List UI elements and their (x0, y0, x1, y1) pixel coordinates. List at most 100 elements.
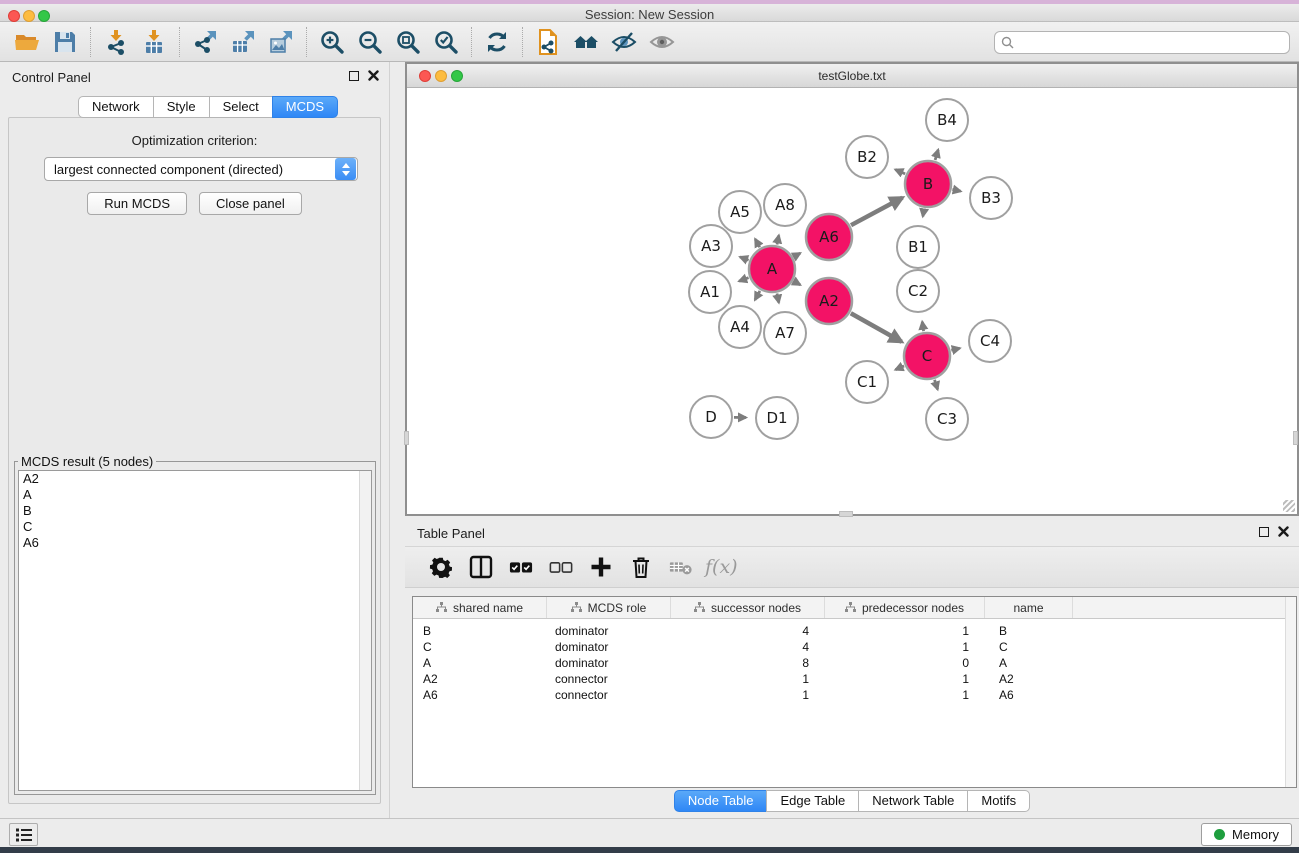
tab-mcds[interactable]: MCDS (272, 96, 338, 118)
network-from-file-button[interactable] (529, 25, 567, 59)
tab-network[interactable]: Network (78, 96, 154, 118)
close-panel-icon[interactable] (368, 70, 379, 81)
table-cell[interactable]: 1 (825, 671, 985, 687)
table-cell[interactable]: B (985, 623, 1073, 639)
result-list-scrollbar[interactable] (359, 471, 371, 790)
home-button[interactable] (567, 25, 605, 59)
tab-select[interactable]: Select (209, 96, 273, 118)
table-cell[interactable]: 1 (671, 671, 825, 687)
tab-node-table[interactable]: Node Table (674, 790, 768, 812)
table-scrollbar[interactable] (1285, 597, 1296, 787)
graph-edge-C-C2[interactable] (922, 322, 923, 332)
tab-network-table[interactable]: Network Table (858, 790, 968, 812)
run-mcds-button[interactable]: Run MCDS (87, 192, 187, 215)
splitter-handle-left[interactable] (404, 431, 409, 445)
graph-node-A1[interactable]: A1 (689, 271, 731, 313)
deselect-all-button[interactable] (541, 551, 581, 583)
graph-edge-A-A5[interactable] (755, 239, 760, 247)
column-layout-button[interactable] (461, 551, 501, 583)
graph-edge-B-B2[interactable] (895, 170, 905, 174)
close-table-panel-icon[interactable] (1278, 526, 1289, 537)
zoom-in-button[interactable] (313, 25, 351, 59)
graph-node-A7[interactable]: A7 (764, 312, 806, 354)
column-header-name[interactable]: name (985, 597, 1073, 618)
add-column-button[interactable] (581, 551, 621, 583)
table-cell[interactable]: A (985, 655, 1073, 671)
graph-edge-A-A3[interactable] (740, 257, 749, 260)
column-header-successor-nodes[interactable]: successor nodes (671, 597, 825, 618)
memory-button[interactable]: Memory (1201, 823, 1292, 846)
table-cell[interactable]: A2 (413, 671, 547, 687)
function-builder-button[interactable]: f(x) (705, 556, 738, 578)
table-row[interactable]: A2connector11A2 (413, 671, 1296, 687)
table-row[interactable]: A6connector11A6 (413, 687, 1296, 703)
column-header-shared-name[interactable]: shared name (413, 597, 547, 618)
graph-node-D[interactable]: D (690, 396, 732, 438)
mcds-result-list[interactable]: A2ABCA6 (18, 470, 372, 791)
table-settings-button[interactable] (421, 551, 461, 583)
tab-motifs[interactable]: Motifs (967, 790, 1030, 812)
hide-graphics-details-button[interactable] (605, 25, 643, 59)
table-row[interactable]: Adominator80A (413, 655, 1296, 671)
table-cell[interactable]: A2 (985, 671, 1073, 687)
network-canvas[interactable]: AA1A3A5A8A4A7A6A2BB1B2B3B4CC1C2C3C4DD1 (407, 88, 1297, 514)
graph-edge-A-A1[interactable] (739, 278, 748, 282)
graph-edge-A-A7[interactable] (777, 293, 779, 302)
mcds-result-item[interactable]: B (19, 503, 371, 519)
graph-edge-A-A6[interactable] (794, 253, 800, 257)
graph-node-D1[interactable]: D1 (756, 397, 798, 439)
table-cell[interactable]: A6 (985, 687, 1073, 703)
tab-style[interactable]: Style (153, 96, 210, 118)
zoom-fit-button[interactable] (389, 25, 427, 59)
graph-node-A6[interactable]: A6 (806, 214, 852, 260)
show-task-history-button[interactable] (9, 823, 38, 846)
table-cell[interactable]: 1 (825, 639, 985, 655)
mcds-result-item[interactable]: A (19, 487, 371, 503)
export-table-button[interactable] (224, 25, 262, 59)
import-network-button[interactable] (97, 25, 135, 59)
mcds-result-item[interactable]: A2 (19, 471, 371, 487)
open-file-button[interactable] (8, 25, 46, 59)
zoom-out-button[interactable] (351, 25, 389, 59)
graph-node-A[interactable]: A (749, 246, 795, 292)
float-panel-icon[interactable] (349, 71, 359, 81)
table-row[interactable]: Bdominator41B (413, 623, 1296, 639)
table-cell[interactable]: dominator (547, 655, 671, 671)
table-cell[interactable]: B (413, 623, 547, 639)
float-table-panel-icon[interactable] (1259, 527, 1269, 537)
graph-node-A3[interactable]: A3 (690, 225, 732, 267)
select-all-button[interactable] (501, 551, 541, 583)
export-image-button[interactable] (262, 25, 300, 59)
export-network-button[interactable] (186, 25, 224, 59)
graph-node-A4[interactable]: A4 (719, 306, 761, 348)
save-session-button[interactable] (46, 25, 84, 59)
table-cell[interactable]: A6 (413, 687, 547, 703)
table-cell[interactable]: connector (547, 671, 671, 687)
table-cell[interactable]: 0 (825, 655, 985, 671)
zoom-selected-button[interactable] (427, 25, 465, 59)
graph-edge-C-C4[interactable] (951, 348, 960, 350)
delete-table-button[interactable] (661, 551, 701, 583)
table-cell[interactable]: dominator (547, 639, 671, 655)
graph-edge-C-C3[interactable] (935, 380, 938, 390)
criterion-dropdown[interactable]: largest connected component (directed) (44, 157, 358, 181)
graph-node-B1[interactable]: B1 (897, 226, 939, 268)
graph-node-C[interactable]: C (904, 333, 950, 379)
table-cell[interactable]: 4 (671, 639, 825, 655)
table-cell[interactable]: C (413, 639, 547, 655)
graph-node-C2[interactable]: C2 (897, 270, 939, 312)
network-window-titlebar[interactable]: testGlobe.txt (407, 64, 1297, 88)
table-cell[interactable]: 1 (825, 687, 985, 703)
graph-edge-A6-B[interactable] (851, 198, 902, 226)
table-row[interactable]: Cdominator41C (413, 639, 1296, 655)
graph-node-A2[interactable]: A2 (806, 278, 852, 324)
graph-edge-B-B3[interactable] (952, 189, 960, 191)
refresh-button[interactable] (478, 25, 516, 59)
graph-node-C4[interactable]: C4 (969, 320, 1011, 362)
delete-column-button[interactable] (621, 551, 661, 583)
column-header-predecessor-nodes[interactable]: predecessor nodes (825, 597, 985, 618)
search-field[interactable] (994, 31, 1290, 54)
graph-node-C1[interactable]: C1 (846, 361, 888, 403)
table-cell[interactable]: 8 (671, 655, 825, 671)
graph-edge-A-A2[interactable] (794, 281, 800, 285)
